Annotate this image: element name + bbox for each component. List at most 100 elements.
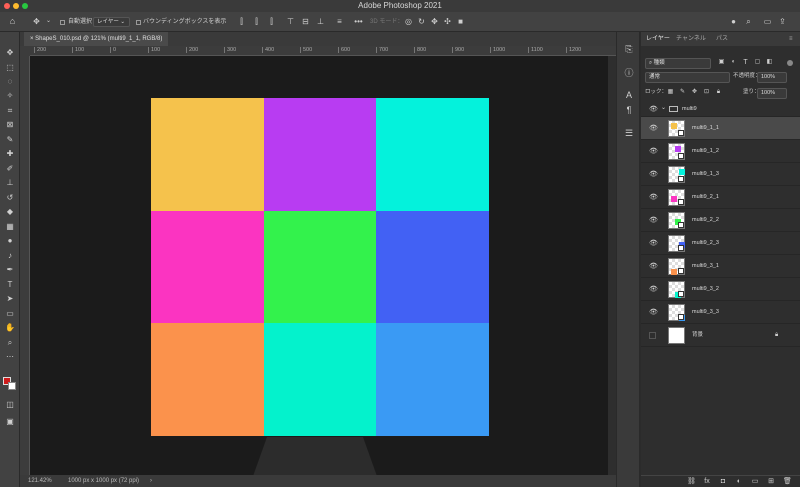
lock-position-icon[interactable]: ✥ [690,88,699,97]
healing-brush-icon[interactable]: ✚ [5,149,15,159]
brush-tool-icon[interactable]: ✐ [5,164,15,174]
type-tool-icon[interactable]: T [5,280,15,290]
chevron-down-icon[interactable]: ⌄ [44,17,53,26]
layer-row[interactable]: 👁︎ multi9_3_3 [641,301,800,324]
visibility-eye-icon[interactable]: 👁︎ [649,309,658,316]
panel-menu-icon[interactable]: ≡ [789,32,793,46]
zoom-tool-icon[interactable]: ⌕ [5,338,15,348]
history-brush-icon[interactable]: ↺ [5,193,15,203]
dodge-tool-icon[interactable]: ♪ [5,251,15,261]
color-square-3-2[interactable] [263,323,377,437]
rectangle-tool-icon[interactable]: ▭ [5,309,15,319]
crop-tool-icon[interactable]: ⌗ [5,106,15,116]
align-top-icon[interactable]: ⊤ [286,17,295,26]
visibility-eye-icon[interactable]: 👁︎ [649,125,658,132]
slide-3d-icon[interactable]: ✣ [443,17,452,26]
align-middle-icon[interactable]: ⊟ [301,17,310,26]
clone-stamp-icon[interactable]: ⊥ [5,178,15,188]
color-square-2-3[interactable] [376,210,490,324]
visibility-eye-icon[interactable]: 👁︎ [649,194,658,201]
info-panel-icon[interactable]: ⓘ [624,68,634,78]
adjustments-panel-icon[interactable]: ☰ [624,128,634,138]
link-layers-icon[interactable]: ⛓ [687,478,696,486]
hand-tool-icon[interactable]: ✋ [5,323,15,333]
lock-transparent-icon[interactable]: ▦ [666,88,675,97]
move-tool-icon[interactable]: ✥ [32,17,41,26]
color-square-3-1[interactable] [151,323,264,437]
lock-pixels-icon[interactable]: ✎ [678,88,687,97]
lasso-tool-icon[interactable]: ◌ [5,77,15,87]
character-panel-icon[interactable]: A [624,90,634,100]
align-center-icon[interactable]: ⫿ [252,17,261,26]
layer-row[interactable]: 👁︎ multi9_2_2 [641,209,800,232]
align-right-icon[interactable]: ⫿ [267,17,276,26]
move-tool-icon[interactable]: ✥ [5,48,15,58]
history-panel-icon[interactable]: ⎘ [624,44,634,54]
tab-channels[interactable]: チャンネル [676,32,706,46]
layer-row[interactable]: 👁︎ multi9_3_2 [641,278,800,301]
eraser-tool-icon[interactable]: ◆ [5,207,15,217]
marquee-tool-icon[interactable]: ⬚ [5,63,15,73]
visibility-eye-icon[interactable]: 👁︎ [649,217,658,224]
filter-shape-icon[interactable]: ▢ [753,58,762,67]
eyedropper-icon[interactable]: ✎ [5,135,15,145]
new-group-icon[interactable]: ▭ [751,478,759,486]
layer-row[interactable]: 👁︎ multi9_2_3 [641,232,800,255]
align-bottom-icon[interactable]: ⊥ [316,17,325,26]
scale-3d-icon[interactable]: ■ [456,17,465,26]
lock-all-icon[interactable]: 🔒︎ [714,88,723,97]
close-window-button[interactable] [4,3,10,9]
color-square-2-2[interactable] [263,210,377,324]
blur-tool-icon[interactable]: ● [5,236,15,246]
chevron-down-icon[interactable]: ⌄ [661,104,666,111]
tab-layers[interactable]: レイヤー [646,32,670,46]
quick-mask-icon[interactable]: ◫ [5,400,15,410]
layer-row[interactable]: 👁︎ multi9_1_3 [641,163,800,186]
document-tab[interactable]: × ShapeS_010.psd @ 121% (multi9_1_1, RGB… [24,32,169,46]
minimize-window-button[interactable] [13,3,19,9]
layer-row[interactable]: 👁︎ multi9_2_1 [641,186,800,209]
new-layer-icon[interactable]: ⊞ [767,478,775,486]
layer-group-row[interactable]: 👁︎ ⌄ multi9 [641,102,800,117]
workspace-icon[interactable]: ▭ [763,17,772,26]
orbit-3d-icon[interactable]: ◎ [404,17,413,26]
background-layer-row[interactable]: 背景 🔒︎ [641,324,800,347]
visibility-toggle[interactable] [649,332,656,339]
pen-tool-icon[interactable]: ✒ [5,265,15,275]
auto-select-checkbox[interactable] [60,20,65,25]
roll-3d-icon[interactable]: ↻ [417,17,426,26]
color-square-1-1[interactable] [151,98,264,211]
background-color-swatch[interactable] [8,382,16,390]
lock-artboard-icon[interactable]: ⊡ [702,88,711,97]
filter-type-icon[interactable]: T [741,58,750,67]
screen-mode-icon[interactable]: ▣ [5,417,15,427]
filter-smart-object-icon[interactable]: ◧ [765,58,774,67]
home-icon[interactable]: ⌂ [8,17,17,26]
canvas-area[interactable] [30,56,608,475]
visibility-eye-icon[interactable]: 👁︎ [649,171,658,178]
visibility-eye-icon[interactable]: 👁︎ [649,148,658,155]
color-square-3-3[interactable] [376,323,490,437]
distribute-icon[interactable]: ≡ [335,17,344,26]
show-bounding-box-checkbox[interactable] [136,20,141,25]
status-arrow-icon[interactable]: › [150,475,152,487]
more-tools-icon[interactable]: ⋯ [5,352,15,362]
visibility-eye-icon[interactable]: 👁︎ [649,240,658,247]
delete-layer-icon[interactable]: 🗑︎ [783,478,792,486]
share-icon[interactable]: ⇪ [778,17,787,26]
vertical-scrollbar[interactable] [608,56,616,475]
new-adjustment-icon[interactable]: ◐ [735,478,743,486]
zoom-level[interactable]: 121.42% [28,475,52,487]
opacity-field[interactable]: 100% [757,72,787,83]
frame-tool-icon[interactable]: ⊠ [5,120,15,130]
layer-filter-dropdown[interactable]: ⌕ 種類 [645,58,711,69]
layer-row[interactable]: 👁︎ multi9_3_1 [641,255,800,278]
auto-select-dropdown[interactable]: レイヤー ⌄ [93,17,130,27]
visibility-eye-icon[interactable]: 👁︎ [649,286,658,293]
filter-adjustment-icon[interactable]: ◐ [729,58,738,67]
visibility-eye-icon[interactable]: 👁︎ [649,263,658,270]
blend-mode-dropdown[interactable]: 通常 [645,72,730,83]
align-left-icon[interactable]: ⫿ [237,17,246,26]
user-icon[interactable]: ● [729,17,738,26]
add-mask-icon[interactable]: ◘ [719,478,727,486]
